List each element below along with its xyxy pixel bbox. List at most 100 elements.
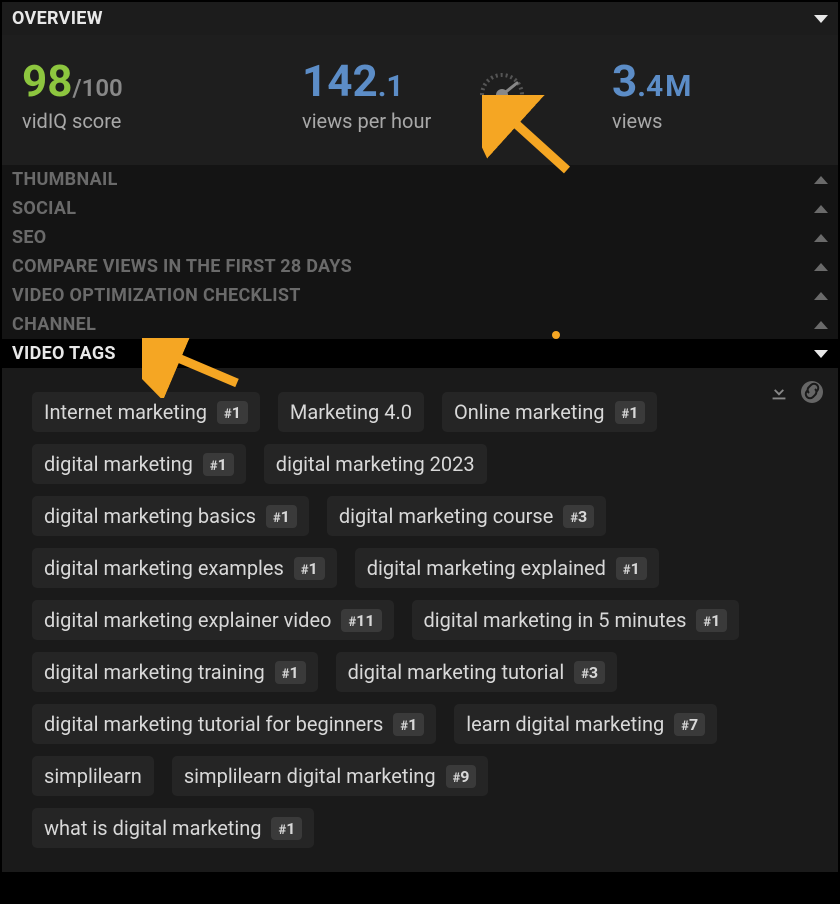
video-tag[interactable]: digital marketing explained #1 — [355, 548, 659, 588]
tag-rank-badge: #1 — [266, 505, 297, 528]
chevron-up-icon — [814, 263, 828, 271]
chevron-up-icon — [814, 292, 828, 300]
views-unit: M — [665, 72, 691, 102]
video-tag[interactable]: Marketing 4.0 — [278, 392, 424, 432]
tag-label: digital marketing tutorial — [348, 660, 565, 684]
social-title: SOCIAL — [12, 198, 76, 219]
tag-label: what is digital marketing — [44, 816, 261, 840]
tag-rank-badge: #1 — [217, 401, 248, 424]
collapsed-sections: THUMBNAIL SOCIAL SEO COMPARE VIEWS IN TH… — [2, 165, 838, 339]
video-tags-header[interactable]: VIDEO TAGS — [2, 339, 838, 368]
link-icon[interactable] — [800, 380, 824, 408]
thumbnail-title: THUMBNAIL — [12, 169, 118, 190]
channel-header[interactable]: CHANNEL — [2, 310, 838, 339]
score-denominator: /100 — [73, 76, 123, 100]
video-tag[interactable]: digital marketing in 5 minutes #1 — [412, 600, 740, 640]
vph-frac: .1 — [378, 72, 404, 102]
stat-views: 3.4M views — [612, 59, 691, 133]
tag-rank-badge: #1 — [616, 557, 647, 580]
score-value: 98/100 — [22, 59, 292, 103]
tag-rank-badge: #3 — [574, 661, 605, 684]
tag-label: digital marketing tutorial for beginners — [44, 712, 383, 736]
video-tag[interactable]: digital marketing explainer video #11 — [32, 600, 394, 640]
tag-rank-badge: #11 — [341, 609, 381, 632]
seo-header[interactable]: SEO — [2, 223, 838, 252]
overview-title: OVERVIEW — [12, 8, 103, 29]
compare-header[interactable]: COMPARE VIEWS IN THE FIRST 28 DAYS — [2, 252, 838, 281]
tag-rank-badge: #1 — [615, 401, 646, 424]
seo-title: SEO — [12, 227, 47, 248]
tag-label: digital marketing 2023 — [276, 452, 475, 476]
tag-label: Marketing 4.0 — [290, 400, 412, 424]
vph-value: 142.1 — [302, 59, 502, 103]
tag-label: simplilearn digital marketing — [184, 764, 436, 788]
chevron-up-icon — [814, 321, 828, 329]
vph-whole: 142 — [302, 59, 378, 103]
video-tag[interactable]: what is digital marketing #1 — [32, 808, 314, 848]
channel-title: CHANNEL — [12, 314, 96, 335]
tags-action-icons — [768, 380, 824, 408]
tags-container: Internet marketing #1 Marketing 4.0 Online … — [32, 392, 818, 848]
views-value: 3.4M — [612, 59, 691, 103]
video-tag[interactable]: digital marketing basics #1 — [32, 496, 309, 536]
compare-title: COMPARE VIEWS IN THE FIRST 28 DAYS — [12, 256, 352, 277]
views-frac: .4 — [637, 72, 663, 102]
video-tags-title: VIDEO TAGS — [12, 343, 116, 364]
video-tags-body: Internet marketing #1 Marketing 4.0 Online … — [2, 368, 838, 872]
score-label: vidIQ score — [22, 109, 292, 133]
tag-rank-badge: #1 — [393, 713, 424, 736]
tag-label: digital marketing in 5 minutes — [424, 608, 687, 632]
tag-rank-badge: #1 — [271, 817, 302, 840]
video-tag[interactable]: learn digital marketing #7 — [454, 704, 717, 744]
views-label: views — [612, 109, 691, 133]
tag-label: digital marketing course — [339, 504, 553, 528]
tag-rank-badge: #1 — [696, 609, 727, 632]
tag-label: digital marketing explainer video — [44, 608, 331, 632]
checklist-title: VIDEO OPTIMIZATION CHECKLIST — [12, 285, 301, 306]
tag-rank-badge: #1 — [203, 453, 234, 476]
tag-label: Internet marketing — [44, 400, 207, 424]
chevron-down-icon — [814, 15, 828, 23]
tag-rank-badge: #1 — [275, 661, 306, 684]
video-tag[interactable]: Internet marketing #1 — [32, 392, 260, 432]
gauge-icon — [477, 65, 527, 105]
tag-label: digital marketing basics — [44, 504, 256, 528]
tag-label: digital marketing — [44, 452, 193, 476]
video-tag[interactable]: digital marketing tutorial for beginners… — [32, 704, 436, 744]
video-tag[interactable]: simplilearn — [32, 756, 154, 796]
tag-label: learn digital marketing — [466, 712, 664, 736]
chevron-up-icon — [814, 205, 828, 213]
video-tag[interactable]: simplilearn digital marketing #9 — [172, 756, 489, 796]
thumbnail-header[interactable]: THUMBNAIL — [2, 165, 838, 194]
tag-rank-badge: #3 — [563, 505, 594, 528]
video-tag[interactable]: digital marketing training#1 — [32, 652, 318, 692]
video-tag[interactable]: digital marketing #1 — [32, 444, 246, 484]
chevron-up-icon — [814, 176, 828, 184]
tag-rank-badge: #7 — [674, 713, 705, 736]
overview-header[interactable]: OVERVIEW — [2, 2, 838, 35]
tag-label: digital marketing examples — [44, 556, 284, 580]
stat-vph: 142.1 views per hour — [302, 59, 502, 133]
score-number: 98 — [22, 59, 73, 103]
chevron-up-icon — [814, 234, 828, 242]
tag-rank-badge: #1 — [294, 557, 325, 580]
annotation-dot — [552, 331, 560, 339]
vidiq-panel: OVERVIEW 98/100 vidIQ score 142.1 views … — [2, 2, 838, 872]
social-header[interactable]: SOCIAL — [2, 194, 838, 223]
download-icon[interactable] — [768, 381, 790, 407]
tag-label: digital marketing explained — [367, 556, 606, 580]
tag-label: Online marketing — [454, 400, 605, 424]
video-tag[interactable]: digital marketing examples #1 — [32, 548, 337, 588]
views-whole: 3 — [612, 59, 637, 103]
checklist-header[interactable]: VIDEO OPTIMIZATION CHECKLIST — [2, 281, 838, 310]
video-tag[interactable]: digital marketing course #3 — [327, 496, 606, 536]
video-tag[interactable]: digital marketing tutorial #3 — [336, 652, 617, 692]
video-tag[interactable]: Online marketing #1 — [442, 392, 657, 432]
overview-body: 98/100 vidIQ score 142.1 views per hour … — [2, 35, 838, 165]
video-tag[interactable]: digital marketing 2023 — [264, 444, 487, 484]
tag-rank-badge: #9 — [446, 765, 477, 788]
vph-label: views per hour — [302, 109, 502, 133]
stat-score: 98/100 vidIQ score — [22, 59, 292, 133]
tag-label: simplilearn — [44, 764, 142, 788]
chevron-down-icon — [814, 350, 828, 358]
